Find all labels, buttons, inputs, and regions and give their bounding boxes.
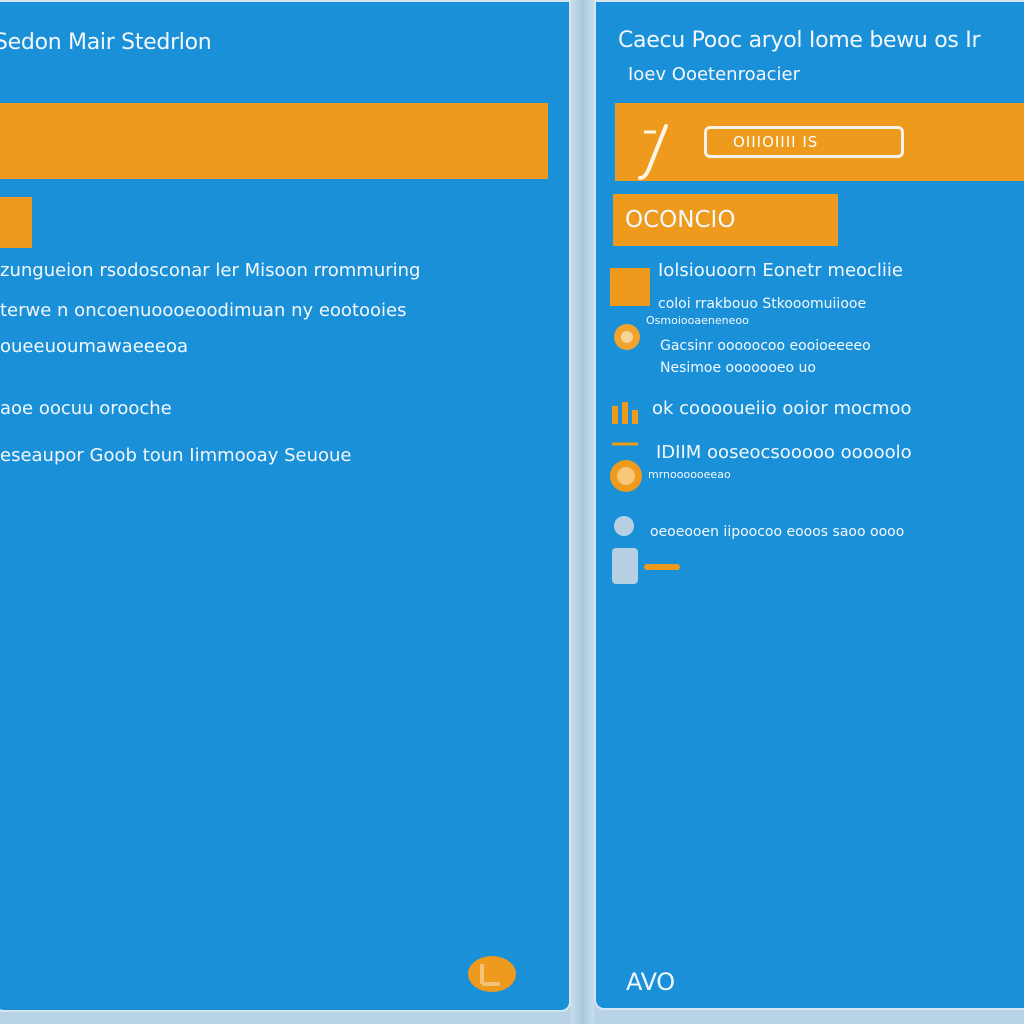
item-2-text[interactable]: coloi rrakbouo Stkooomuiiooe xyxy=(658,296,866,312)
help-icon[interactable] xyxy=(466,954,518,994)
panel-divider[interactable] xyxy=(571,0,594,1024)
left-line-2: terwe n oncoenuoooeoodimuan ny eootooies xyxy=(0,300,407,321)
left-accent-tab[interactable] xyxy=(0,197,32,248)
item-5-text[interactable]: IDIIM ooseocsooooo ooooolo xyxy=(656,442,912,463)
chart-icon xyxy=(612,402,638,424)
user-icon xyxy=(612,516,638,584)
left-panel: Sedon Mair Stedrlon zungueion rsodoscona… xyxy=(0,0,571,1012)
right-footer-label: AVO xyxy=(626,968,675,996)
item-2-sub: Osmoiooaeneneoo xyxy=(646,314,749,327)
right-panel: Caecu Pooc aryol Iome bewu os Ir Ioev Oo… xyxy=(594,0,1024,1010)
item-1-text[interactable]: Iolsiouoorn Eonetr meocliie xyxy=(658,260,903,281)
right-title: Caecu Pooc aryol Iome bewu os Ir xyxy=(618,28,981,53)
item-1-badge-icon xyxy=(610,268,650,306)
item-6-text[interactable]: oeoeooen iipoocoo eooos saoo oooo xyxy=(650,524,904,540)
item-3-sub: Nesimoe ooooooeo uo xyxy=(660,360,816,376)
left-title: Sedon Mair Stedrlon xyxy=(0,30,212,55)
left-banner-bar[interactable] xyxy=(0,103,548,179)
edit-pen-icon[interactable] xyxy=(636,122,676,184)
left-line-4: aoe oocuu orooche xyxy=(0,398,172,419)
confirm-button[interactable]: OCONCIO xyxy=(613,194,838,246)
search-input[interactable]: OIIIOIIII IS xyxy=(704,126,904,158)
confirm-button-label: OCONCIO xyxy=(625,207,736,233)
left-line-1: zungueion rsodosconar ler Misoon rrommur… xyxy=(0,260,421,281)
item-3-text[interactable]: Gacsinr ooooocoo eooioeeeeo xyxy=(660,338,871,354)
coin-icon xyxy=(614,324,640,350)
item-5-sub: mrnoooooeeao xyxy=(648,468,731,481)
item-6-progress-marker xyxy=(644,564,680,570)
left-line-3: oueeuoumawaeeeoa xyxy=(0,336,188,357)
clock-icon xyxy=(610,442,642,492)
left-line-5: eseaupor Goob toun Iimmooay Seuoue xyxy=(0,445,352,466)
right-subtitle: Ioev Ooetenroacier xyxy=(628,64,800,85)
item-4-text[interactable]: ok cooooueiio ooior mocmoo xyxy=(652,398,912,419)
